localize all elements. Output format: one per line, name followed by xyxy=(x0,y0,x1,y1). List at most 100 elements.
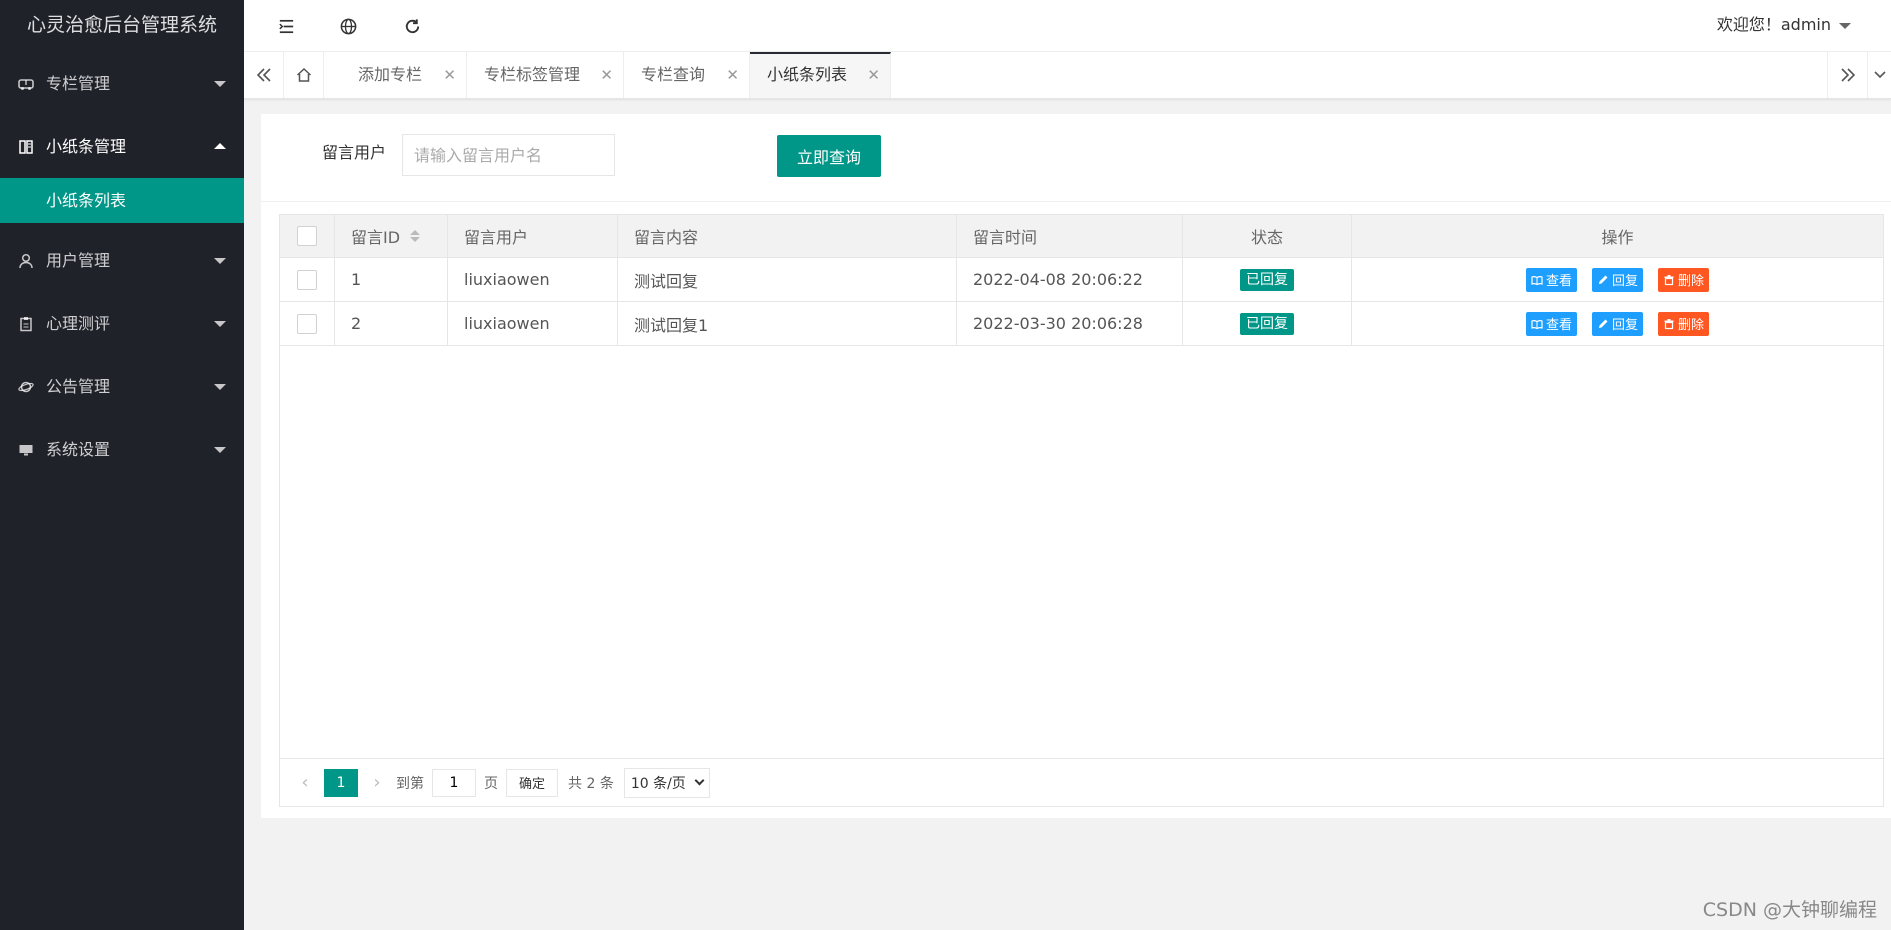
sidebar-item-announcements[interactable]: 公告管理 xyxy=(0,355,244,418)
caret-down-icon xyxy=(214,384,226,390)
cell-time: 2022-03-30 20:06:28 xyxy=(957,302,1183,345)
caret-down-icon xyxy=(214,81,226,87)
page-confirm-button[interactable]: 确定 xyxy=(506,768,559,797)
tab-bar: 添加专栏 ✕ 专栏标签管理 ✕ 专栏查询 ✕ 小纸条列表 ✕ xyxy=(244,52,1891,99)
top-header: 欢迎您！admin xyxy=(244,0,1891,52)
delete-button[interactable]: 删除 xyxy=(1658,311,1710,336)
cell-user: liuxiaowen xyxy=(448,302,618,345)
content-card: 留言用户 立即查询 留言ID 留言用户 留言内容 留言时间 状态 操作 1 li… xyxy=(261,114,1891,818)
sidebar-item-column[interactable]: 专栏管理 xyxy=(0,52,244,115)
tab-label: 专栏标签管理 xyxy=(484,65,581,84)
pagination: ‹ 1 › 到第 页 确定 共 2 条 10 条/页 xyxy=(280,758,1883,806)
page-jump-input[interactable] xyxy=(432,768,476,797)
pencil-icon xyxy=(1598,319,1608,328)
user-icon xyxy=(17,229,35,292)
cell-content: 测试回复 xyxy=(618,258,957,301)
next-page-icon[interactable]: › xyxy=(366,769,388,797)
book-icon xyxy=(17,115,35,178)
row-checkbox-cell xyxy=(280,258,335,301)
page-size-select[interactable]: 10 条/页 xyxy=(623,767,710,798)
row-checkbox[interactable] xyxy=(297,269,317,290)
menu-toggle-icon[interactable] xyxy=(266,0,306,52)
search-button[interactable]: 立即查询 xyxy=(777,135,881,177)
header-id[interactable]: 留言ID xyxy=(335,215,448,257)
page-size-value: 10 条/页 xyxy=(630,775,686,792)
sidebar-item-label: 用户管理 xyxy=(46,251,111,270)
sidebar-item-assessment[interactable]: 心理测评 xyxy=(0,292,244,355)
total-count: 共 2 条 xyxy=(568,775,614,792)
monitor-icon xyxy=(17,418,35,481)
tab-column-query[interactable]: 专栏查询 ✕ xyxy=(624,52,750,98)
sidebar-item-label: 系统设置 xyxy=(46,440,111,459)
cell-user: liuxiaowen xyxy=(448,258,618,301)
button-label: 删除 xyxy=(1678,274,1705,289)
close-icon[interactable]: ✕ xyxy=(600,52,613,98)
chevron-down-icon[interactable] xyxy=(1867,52,1891,98)
prev-page-icon[interactable]: ‹ xyxy=(294,769,316,797)
trash-icon xyxy=(1664,274,1674,285)
header-status: 状态 xyxy=(1183,215,1352,257)
caret-down-icon xyxy=(214,321,226,327)
header-actions: 操作 xyxy=(1601,228,1634,247)
tab-label: 专栏查询 xyxy=(641,65,706,84)
sidebar-item-users[interactable]: 用户管理 xyxy=(0,229,244,292)
tab-scroll-left-icon[interactable] xyxy=(244,52,284,98)
caret-down-icon xyxy=(214,447,226,453)
close-icon[interactable]: ✕ xyxy=(867,54,880,96)
refresh-icon[interactable] xyxy=(392,0,432,52)
bus-icon xyxy=(17,52,35,115)
cell-actions: 查看 回复 删除 xyxy=(1352,258,1883,301)
cell-content: 测试回复1 xyxy=(618,302,957,345)
search-input[interactable] xyxy=(402,134,615,176)
close-icon[interactable]: ✕ xyxy=(726,52,739,98)
tab-column-tags[interactable]: 专栏标签管理 ✕ xyxy=(467,52,624,98)
chevron-down-icon xyxy=(694,775,705,786)
header-user: 留言用户 xyxy=(448,215,618,257)
table-row: 2 liuxiaowen 测试回复1 2022-03-30 20:06:28 已… xyxy=(280,302,1883,346)
view-button[interactable]: 查看 xyxy=(1525,311,1577,336)
cell-id: 2 xyxy=(335,302,448,345)
tab-note-list[interactable]: 小纸条列表 ✕ xyxy=(750,52,891,98)
home-icon[interactable] xyxy=(284,52,324,98)
button-label: 查看 xyxy=(1545,318,1572,333)
button-label: 删除 xyxy=(1678,318,1705,333)
view-button[interactable]: 查看 xyxy=(1525,267,1577,292)
sidebar-item-settings[interactable]: 系统设置 xyxy=(0,418,244,481)
row-checkbox[interactable] xyxy=(297,313,317,334)
user-menu[interactable]: 欢迎您！admin xyxy=(1717,0,1851,52)
sidebar-item-label: 小纸条管理 xyxy=(46,137,127,156)
reply-button[interactable]: 回复 xyxy=(1591,311,1643,336)
cell-time: 2022-04-08 20:06:22 xyxy=(957,258,1183,301)
delete-button[interactable]: 删除 xyxy=(1658,267,1710,292)
cell-status: 已回复 xyxy=(1183,302,1352,345)
close-icon[interactable]: ✕ xyxy=(443,52,456,98)
sidebar-item-label: 专栏管理 xyxy=(46,74,111,93)
sidebar-subitem-note-list[interactable]: 小纸条列表 xyxy=(0,178,244,223)
sidebar-item-label: 公告管理 xyxy=(46,377,111,396)
planet-icon xyxy=(17,355,35,418)
row-checkbox-cell xyxy=(280,302,335,345)
sidebar-item-notes[interactable]: 小纸条管理 xyxy=(0,115,244,178)
tab-scroll-right-icon[interactable] xyxy=(1827,52,1867,98)
button-label: 查看 xyxy=(1545,274,1572,289)
globe-icon[interactable] xyxy=(328,0,368,52)
reply-button[interactable]: 回复 xyxy=(1591,267,1643,292)
cell-status: 已回复 xyxy=(1183,258,1352,301)
search-form: 留言用户 立即查询 xyxy=(261,114,1891,202)
pencil-icon xyxy=(1598,275,1608,284)
caret-down-icon xyxy=(214,258,226,264)
tab-add-column[interactable]: 添加专栏 ✕ xyxy=(341,52,467,98)
book-open-icon xyxy=(1531,319,1543,329)
tab-label: 小纸条列表 xyxy=(767,65,848,84)
sidebar: 心灵治愈后台管理系统 专栏管理 小纸条管理 小纸条列表 用户管理 心理测评 公告… xyxy=(0,0,244,930)
table-header: 留言ID 留言用户 留言内容 留言时间 状态 操作 xyxy=(280,215,1883,258)
cell-actions: 查看 回复 删除 xyxy=(1352,302,1883,345)
app-logo-title: 心灵治愈后台管理系统 xyxy=(26,14,217,36)
button-label: 回复 xyxy=(1611,274,1638,289)
watermark: CSDN @大钟聊编程 xyxy=(1702,899,1877,921)
select-all-checkbox[interactable] xyxy=(297,226,317,246)
user-greeting: 欢迎您！admin xyxy=(1716,15,1831,34)
header-time: 留言时间 xyxy=(957,215,1183,257)
page-number-current[interactable]: 1 xyxy=(324,768,358,797)
sort-icon[interactable] xyxy=(410,230,421,242)
